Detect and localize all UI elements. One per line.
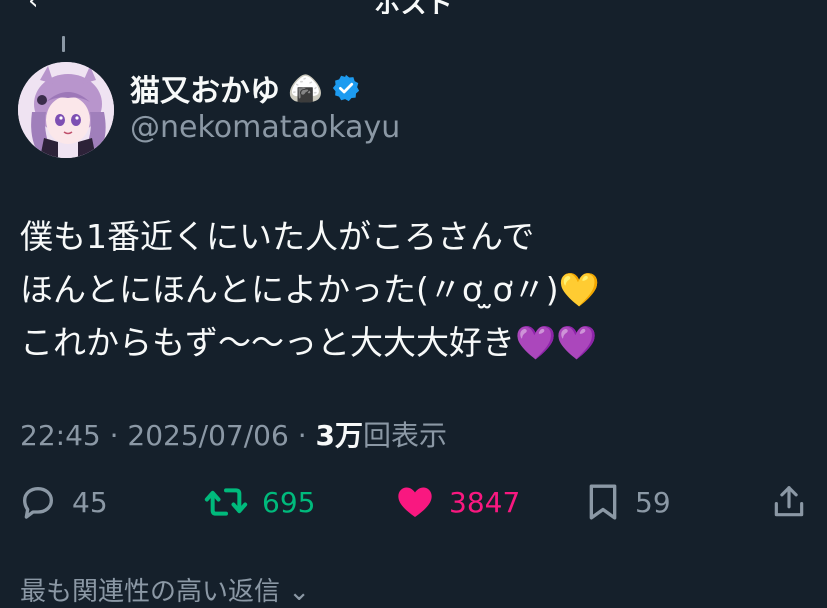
heart-icon: [398, 487, 432, 517]
rice-ball-emoji: 🍙: [288, 71, 323, 105]
top-bar: ‹ ポスト: [0, 0, 827, 14]
post-line: これからもず〜〜っと大大大好き💜💜: [20, 323, 598, 362]
action-bar: 45 695 3847 59: [0, 470, 827, 534]
author-handle[interactable]: @nekomataokayu: [130, 110, 400, 145]
bookmark-button[interactable]: 59: [585, 470, 671, 534]
reply-sort-label: 最も関連性の高い返信: [20, 577, 281, 607]
view-label: 回表示: [362, 419, 447, 452]
post-line: 僕も1番近くにいた人がころさんで: [20, 217, 535, 256]
reply-button[interactable]: 45: [18, 470, 108, 534]
reply-sort-toggle[interactable]: 最も関連性の高い返信 ⌄: [20, 571, 310, 608]
meta-separator: ·: [100, 419, 128, 452]
share-icon: [774, 486, 804, 517]
avatar[interactable]: [18, 62, 114, 158]
author-name-row[interactable]: 猫又おかゆ 🍙: [130, 66, 361, 110]
like-button[interactable]: 3847: [395, 470, 520, 534]
share-button[interactable]: [770, 470, 808, 534]
verified-badge-icon: [332, 74, 359, 102]
bookmark-count: 59: [635, 485, 671, 519]
page-title: ポスト: [0, 0, 827, 14]
thread-line: [62, 36, 65, 52]
reply-icon: [23, 487, 53, 519]
like-count: 3847: [449, 485, 521, 519]
post-line: ほんとにほんとによかった(〃ơ ̫ơ〃)💛: [20, 270, 600, 309]
author-name[interactable]: 猫又おかゆ: [130, 66, 280, 110]
avatar-illustration: [18, 62, 114, 158]
post-time[interactable]: 22:45: [20, 419, 101, 452]
repost-icon: [204, 488, 248, 516]
repost-count: 695: [262, 485, 316, 519]
meta-separator: ·: [288, 419, 316, 452]
post-meta: 22:45 · 2025/07/06 · 3万回表示: [20, 414, 447, 454]
chevron-down-icon: ⌄: [288, 577, 311, 607]
post-date[interactable]: 2025/07/06: [127, 419, 288, 452]
post-text: 僕も1番近くにいた人がころさんで ほんとにほんとによかった(〃ơ ̫ơ〃)💛 こ…: [20, 210, 600, 369]
repost-button[interactable]: 695: [204, 470, 315, 534]
reply-count: 45: [72, 485, 108, 519]
bookmark-icon: [589, 484, 617, 520]
view-count: 3万: [315, 419, 363, 452]
